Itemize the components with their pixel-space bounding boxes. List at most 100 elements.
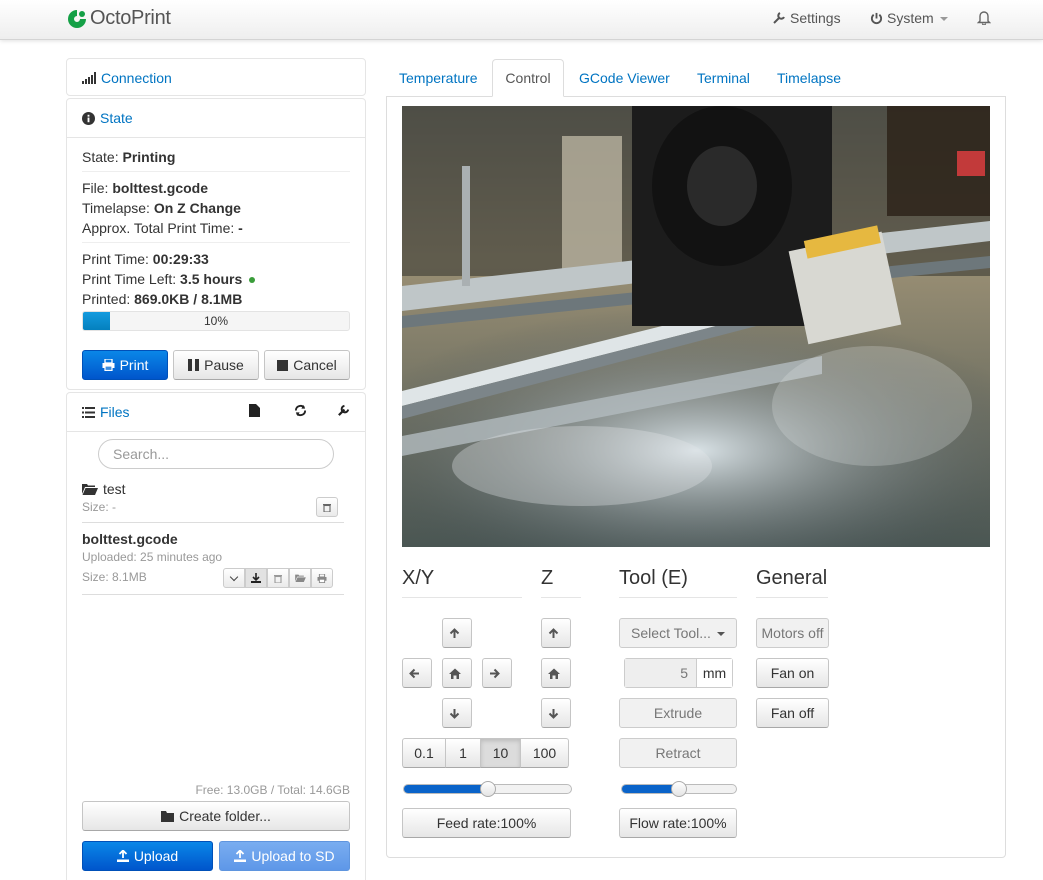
connection-title[interactable]: Connection (101, 70, 172, 86)
step-10-button[interactable]: 10 (480, 738, 521, 768)
home-z-button[interactable] (541, 658, 571, 688)
files-title[interactable]: Files (100, 404, 130, 420)
delete-file-button[interactable] (267, 568, 289, 588)
status-dot-icon (249, 277, 256, 284)
print-time-label: Print Time: (82, 251, 149, 267)
printer-icon (102, 359, 115, 371)
print-file-button[interactable] (311, 568, 333, 588)
navbar: OctoPrint Settings System (0, 0, 1043, 40)
jog-y-plus-button[interactable] (442, 618, 472, 648)
expand-file-button[interactable] (223, 568, 245, 588)
system-menu[interactable]: System (870, 10, 948, 26)
retract-button[interactable]: Retract (619, 738, 737, 768)
approx-time-row: Approx. Total Print Time: - (82, 218, 350, 238)
upload-to-sd-label: Upload to SD (251, 848, 335, 864)
fan-off-button[interactable]: Fan off (756, 698, 829, 728)
wrench-icon[interactable] (337, 404, 350, 417)
flow-rate-slider[interactable] (621, 781, 737, 797)
arrow-up-icon (449, 627, 460, 638)
extrude-amount-value[interactable]: 5 (625, 659, 696, 687)
jog-x-plus-button[interactable] (482, 658, 512, 688)
settings-link[interactable]: Settings (772, 10, 841, 26)
feed-rate-button[interactable]: Feed rate:100% (402, 808, 571, 838)
printed-value: 869.0KB / 8.1MB (134, 291, 243, 307)
settings-label: Settings (790, 10, 841, 26)
chevron-down-icon (716, 632, 725, 636)
notifications-button[interactable] (977, 10, 995, 25)
tab-control[interactable]: Control (492, 59, 564, 97)
upload-to-sd-button[interactable]: Upload to SD (219, 841, 350, 871)
divider (619, 597, 737, 598)
folder-open-icon (82, 484, 98, 495)
arrow-right-icon (490, 668, 500, 678)
feed-rate-slider-fill (404, 785, 488, 793)
stop-icon (277, 359, 289, 371)
arrow-left-icon (409, 668, 419, 678)
wrench-icon (773, 12, 785, 24)
pause-button[interactable]: Pause (173, 350, 259, 380)
cancel-button[interactable]: Cancel (264, 350, 350, 380)
jog-z-minus-button[interactable] (541, 698, 571, 728)
step-1-button[interactable]: 1 (445, 738, 481, 768)
folder-name: test (103, 481, 126, 497)
pause-icon (188, 359, 200, 371)
flow-rate-button[interactable]: Flow rate:100% (619, 808, 737, 838)
printer-icon (317, 573, 327, 583)
step-0-1-button[interactable]: 0.1 (402, 738, 446, 768)
extrude-amount-input[interactable]: 5 mm (624, 658, 733, 688)
signal-icon (82, 72, 96, 84)
file-icon[interactable] (249, 404, 260, 417)
refresh-icon[interactable] (294, 404, 307, 417)
tab-gcode-viewer[interactable]: GCode Viewer (567, 59, 682, 97)
files-header[interactable]: Files (67, 393, 365, 431)
xy-title: X/Y (402, 567, 435, 589)
folder-icon (161, 810, 175, 822)
delete-folder-button[interactable] (316, 497, 338, 517)
motors-off-button[interactable]: Motors off (756, 618, 829, 648)
tab-temperature[interactable]: Temperature (387, 59, 490, 97)
list-item[interactable]: test Size: - (82, 481, 344, 523)
select-tool-dropdown[interactable]: Select Tool... (619, 618, 737, 648)
time-left-label: Print Time Left: (82, 271, 177, 287)
feed-rate-slider[interactable] (403, 781, 572, 797)
extrude-button[interactable]: Extrude (619, 698, 737, 728)
flow-rate-slider-handle[interactable] (671, 781, 687, 797)
home-xy-button[interactable] (442, 658, 472, 688)
connection-header[interactable]: Connection (67, 59, 365, 97)
feed-rate-slider-handle[interactable] (479, 781, 496, 797)
list-item[interactable]: bolttest.gcode Uploaded: 25 minutes ago … (82, 531, 344, 595)
print-label: Print (119, 357, 149, 373)
bell-icon (977, 11, 991, 25)
fan-on-button[interactable]: Fan on (756, 658, 829, 688)
power-icon (870, 12, 883, 24)
state-value: Printing (122, 149, 176, 165)
create-folder-label: Create folder... (179, 808, 271, 824)
print-time-value: 00:29:33 (152, 251, 209, 267)
jog-y-minus-button[interactable] (442, 698, 472, 728)
create-folder-button[interactable]: Create folder... (82, 801, 350, 831)
extrude-unit: mm (696, 659, 732, 687)
step-100-button[interactable]: 100 (520, 738, 569, 768)
jog-x-minus-button[interactable] (402, 658, 432, 688)
state-title[interactable]: State (100, 110, 133, 126)
general-title: General (756, 567, 828, 589)
upload-icon (234, 850, 247, 862)
upload-button[interactable]: Upload (82, 841, 213, 871)
brand[interactable]: OctoPrint (66, 7, 171, 30)
print-button[interactable]: Print (82, 350, 168, 380)
timelapse-value: On Z Change (153, 200, 241, 216)
tab-terminal[interactable]: Terminal (685, 59, 762, 97)
z-title: Z (541, 567, 554, 589)
jog-z-plus-button[interactable] (541, 618, 571, 648)
download-file-button[interactable] (245, 568, 267, 588)
tab-timelapse[interactable]: Timelapse (765, 59, 853, 97)
arrow-down-icon (449, 708, 460, 719)
chevron-down-icon (229, 572, 239, 581)
load-file-button[interactable] (289, 568, 311, 588)
select-tool-label: Select Tool... (631, 625, 711, 641)
files-divider (67, 431, 365, 432)
search-input[interactable] (98, 439, 334, 469)
state-body: State: Printing File: bolttest.gcode Tim… (67, 137, 365, 331)
state-header[interactable]: State (67, 99, 365, 137)
folder-size: Size: - (82, 500, 117, 514)
